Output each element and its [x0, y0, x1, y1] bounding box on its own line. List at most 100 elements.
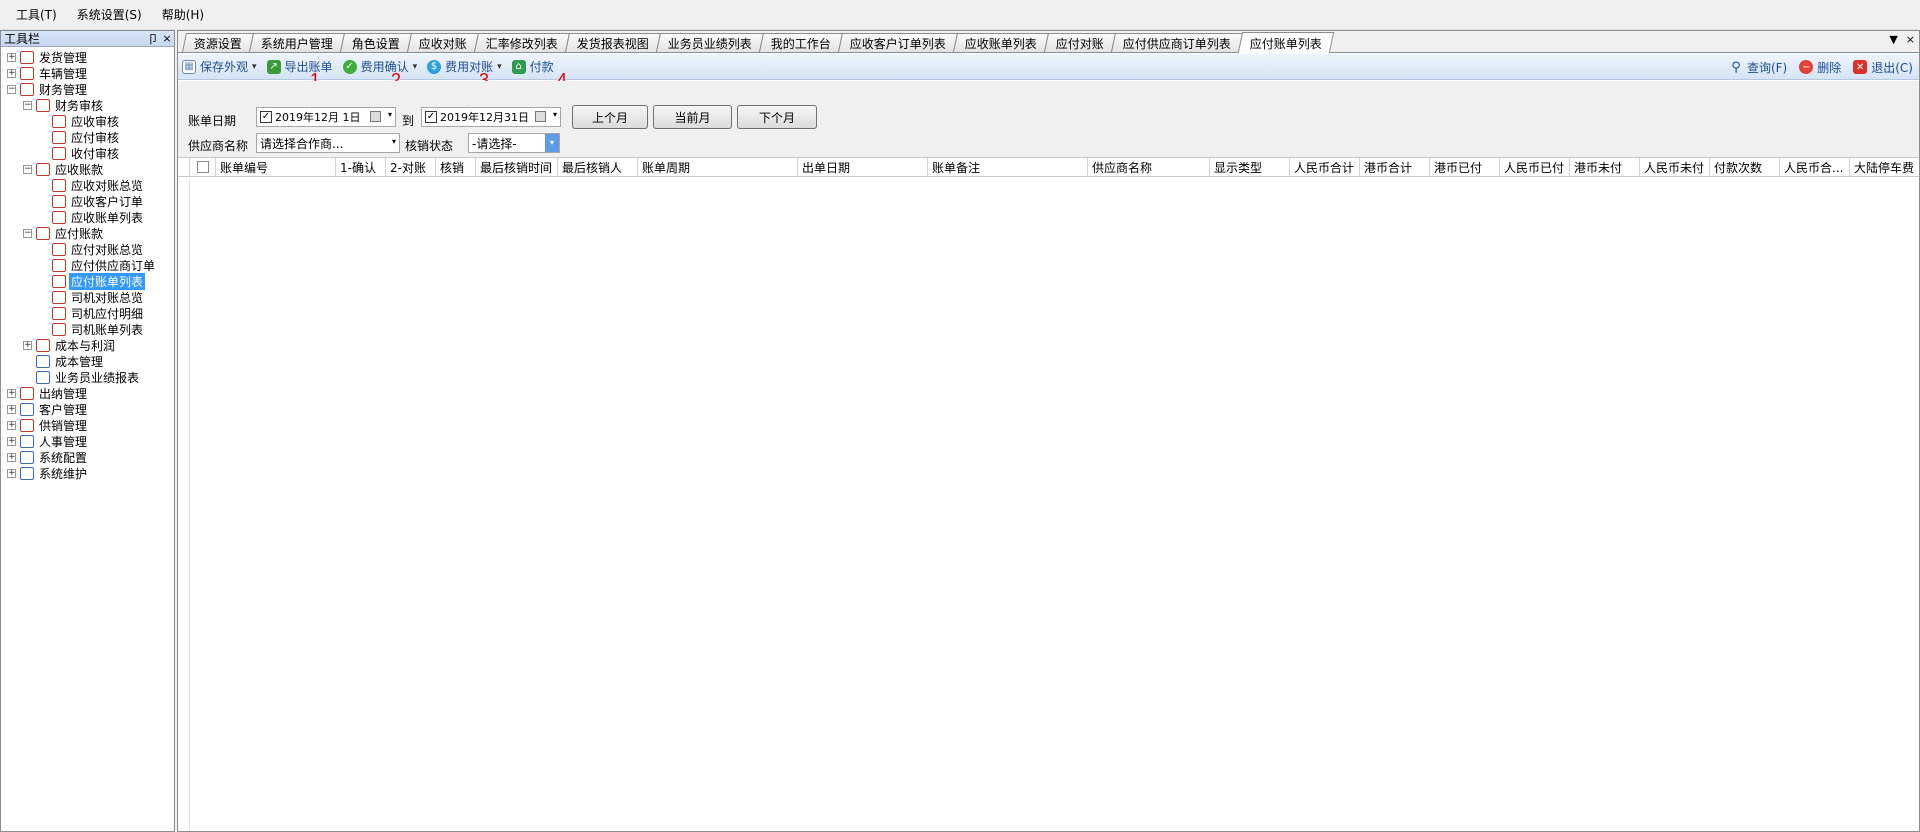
expand-icon[interactable]: + [7, 468, 16, 478]
tree-node[interactable]: + 出纳管理 [1, 385, 174, 401]
tree-node[interactable]: 应收对账总览 [1, 177, 174, 193]
column-header[interactable]: 供应商名称 [1088, 158, 1210, 176]
tree-node[interactable]: − 应收账款 [1, 161, 174, 177]
column-header[interactable]: 最后核销人 [558, 158, 638, 176]
column-header[interactable]: 港币合计 [1360, 158, 1430, 176]
column-header[interactable]: 大陆停车费 [1850, 158, 1919, 176]
payment-button[interactable]: ⌂ 付款 [511, 58, 554, 75]
expand-icon[interactable]: + [7, 420, 16, 430]
prev-month-button[interactable]: 上个月 [572, 105, 648, 129]
collapse-icon[interactable]: − [7, 84, 16, 94]
tree-node[interactable]: 司机应付明细 [1, 305, 174, 321]
export-bill-button[interactable]: ↗ 导出账单 [266, 58, 333, 75]
close-icon[interactable]: × [160, 32, 174, 45]
column-header[interactable]: 2-对账 [386, 158, 436, 176]
column-header[interactable]: 账单备注 [928, 158, 1088, 176]
column-header[interactable]: 人民币已付 [1500, 158, 1570, 176]
column-header[interactable]: 显示类型 [1210, 158, 1290, 176]
column-header[interactable]: 账单编号 [216, 158, 336, 176]
tab-7[interactable]: 我的工作台 [759, 33, 844, 52]
column-header[interactable]: 人民币未付 [1640, 158, 1710, 176]
tree-node[interactable]: + 发货管理 [1, 49, 174, 65]
query-button[interactable]: ⚲ 查询(F) [1729, 59, 1787, 76]
date-to-picker[interactable]: ✓ 2019年12月31日 ▾ [421, 107, 561, 127]
tree-node[interactable]: + 供销管理 [1, 417, 174, 433]
tab-close-icon[interactable]: × [1906, 33, 1915, 46]
tab-5[interactable]: 发货报表视图 [565, 33, 662, 52]
save-layout-dropdown-icon[interactable]: ▾ [252, 62, 257, 72]
calendar-icon[interactable] [370, 111, 381, 122]
tab-11[interactable]: 应付供应商订单列表 [1111, 33, 1244, 52]
tree-node[interactable]: + 车辆管理 [1, 65, 174, 81]
tree-node[interactable]: + 系统配置 [1, 449, 174, 465]
tab-9[interactable]: 应收账单列表 [953, 33, 1050, 52]
date-to-checkbox[interactable]: ✓ [425, 111, 437, 123]
next-month-button[interactable]: 下个月 [737, 105, 817, 129]
tab-8[interactable]: 应收客户订单列表 [838, 33, 959, 52]
current-month-button[interactable]: 当前月 [653, 105, 732, 129]
column-header[interactable]: 港币未付 [1570, 158, 1640, 176]
expand-icon[interactable]: + [7, 52, 16, 62]
column-header[interactable]: 核销 [436, 158, 476, 176]
expand-icon[interactable]: + [7, 404, 16, 414]
fee-confirm-dropdown-icon[interactable]: ▾ [413, 62, 418, 72]
calendar-icon[interactable] [535, 111, 546, 122]
menu-system-settings[interactable]: 系统设置(S) [67, 6, 152, 23]
writeoff-status-select[interactable]: -请选择- ▾ [468, 133, 560, 153]
menu-help[interactable]: 帮助(H) [152, 6, 214, 23]
tree-node[interactable]: 应收客户订单 [1, 193, 174, 209]
tree-node[interactable]: 应收账单列表 [1, 209, 174, 225]
chevron-down-icon[interactable]: ▾ [553, 110, 557, 119]
fee-reconcile-button[interactable]: $ 费用对账 ▾ [427, 58, 502, 75]
tab-list-dropdown-icon[interactable]: ▼ [1889, 33, 1897, 46]
date-from-checkbox[interactable]: ✓ [260, 111, 272, 123]
tree-node[interactable]: − 财务管理 [1, 81, 174, 97]
tree-node[interactable]: 司机对账总览 [1, 289, 174, 305]
tree-node[interactable]: 应付审核 [1, 129, 174, 145]
tab-12[interactable]: 应付账单列表 [1237, 32, 1335, 53]
tab-3[interactable]: 应收对账 [407, 33, 480, 52]
expand-icon[interactable]: + [7, 436, 16, 446]
column-header[interactable]: 1-确认 [336, 158, 386, 176]
expand-icon[interactable]: + [23, 340, 32, 350]
tree-node[interactable]: 成本管理 [1, 353, 174, 369]
chevron-down-icon[interactable]: ▾ [388, 110, 392, 119]
column-header[interactable]: 出单日期 [798, 158, 928, 176]
supplier-select[interactable]: 请选择合作商... ▾ [256, 133, 400, 153]
tree-node[interactable]: − 应付账款 [1, 225, 174, 241]
column-header[interactable]: 人民币合计 [1290, 158, 1360, 176]
tree-node[interactable]: − 财务审核 [1, 97, 174, 113]
chevron-down-icon[interactable]: ▾ [545, 134, 559, 152]
tab-6[interactable]: 业务员业绩列表 [656, 33, 765, 52]
column-header[interactable]: 付款次数 [1710, 158, 1780, 176]
delete-button[interactable]: − 删除 [1799, 59, 1841, 76]
column-header[interactable]: 港币已付 [1430, 158, 1500, 176]
tab-10[interactable]: 应付对账 [1044, 33, 1117, 52]
column-header[interactable]: 最后核销时间 [476, 158, 558, 176]
tree-node[interactable]: 应付供应商订单 [1, 257, 174, 273]
tree-node[interactable]: + 系统维护 [1, 465, 174, 481]
tree-node[interactable]: 司机账单列表 [1, 321, 174, 337]
menu-tools[interactable]: 工具(T) [6, 6, 67, 23]
tree-node[interactable]: 应付对账总览 [1, 241, 174, 257]
tree-node[interactable]: 应收审核 [1, 113, 174, 129]
save-layout-button[interactable]: ▦ 保存外观 ▾ [182, 58, 257, 75]
column-header[interactable]: 人民币合... [1780, 158, 1850, 176]
tree-node[interactable]: 业务员业绩报表 [1, 369, 174, 385]
collapse-icon[interactable]: − [23, 100, 32, 110]
tab-4[interactable]: 汇率修改列表 [474, 33, 571, 52]
exit-button[interactable]: ✕ 退出(C) [1853, 59, 1913, 76]
tab-1[interactable]: 系统用户管理 [248, 33, 346, 52]
collapse-icon[interactable]: − [23, 164, 32, 174]
column-header[interactable]: 账单周期 [638, 158, 798, 176]
tree-node[interactable]: 应付账单列表 [1, 272, 174, 290]
tree-node[interactable]: + 客户管理 [1, 401, 174, 417]
tree-node[interactable]: 收付审核 [1, 145, 174, 161]
select-all-checkbox[interactable] [197, 161, 209, 173]
tree-node[interactable]: + 成本与利润 [1, 337, 174, 353]
expand-icon[interactable]: + [7, 388, 16, 398]
date-from-picker[interactable]: ✓ 2019年12月 1日 ▾ [256, 107, 396, 127]
tree-node[interactable]: + 人事管理 [1, 433, 174, 449]
fee-confirm-button[interactable]: ✓ 费用确认 ▾ [342, 58, 418, 75]
expand-icon[interactable]: + [7, 68, 16, 78]
